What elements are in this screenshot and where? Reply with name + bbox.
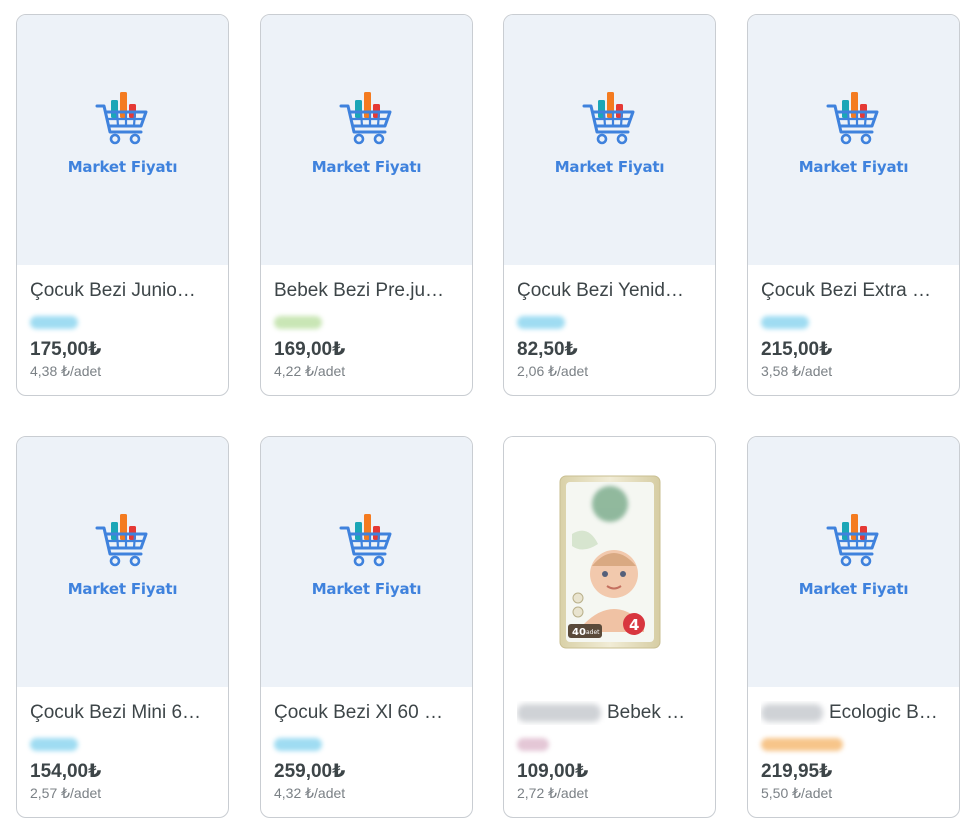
product-title-text: Bebek Bezi Pre.ju… [274,280,445,301]
product-info: Bebek … 109,00₺ 2,72 ₺/adet [504,687,715,802]
redacted-store-badge [30,315,78,329]
product-card[interactable]: Market Fiyatı Bebek Bezi Pre.ju… 169,00₺ 4,… [260,14,473,396]
product-price: 259,00₺ [274,761,346,782]
product-title[interactable]: Çocuk Bezi Mini 6… [30,701,215,725]
product-image[interactable]: Market Fiyatı [261,437,472,687]
product-image[interactable]: 40 adet 4 [504,437,715,687]
shopping-cart-chart-icon [582,92,634,145]
redacted-store-badge [274,315,322,329]
product-card[interactable]: Market Fiyatı Çocuk Bezi Xl 60 … 259,00₺ 4,… [260,436,473,818]
redacted-store-badge [274,737,322,751]
shopping-cart-chart-icon [95,92,147,145]
brand-row [761,311,946,333]
market-fiyati-logo-text: Market Fiyatı [311,158,422,176]
product-price: 82,50₺ [517,339,578,360]
product-title-text: Çocuk Bezi Mini 6… [30,702,202,723]
unit-price: 5,50 ₺/adet [761,785,833,801]
redacted-store-badge [517,315,565,329]
product-title-text: Çocuk Bezi Yenid… [517,280,684,301]
market-fiyati-logo-text: Market Fiyatı [798,158,909,176]
product-title[interactable]: Çocuk Bezi Junio… [30,279,215,303]
product-info: Ecologic B… 219,95₺ 5,50 ₺/adet [748,687,959,802]
product-image[interactable]: Market Fiyatı [17,437,228,687]
product-card[interactable]: Market Fiyatı Ecologic B… 219,95₺ 5,50 ₺/ad… [747,436,960,818]
shopping-cart-chart-icon [339,92,391,145]
product-title-text: Çocuk Bezi Extra … [761,280,931,301]
product-price: 169,00₺ [274,339,346,360]
redacted-store-badge [761,315,809,329]
redacted-store-badge [761,737,843,751]
product-image[interactable]: Market Fiyatı [17,15,228,265]
product-price: 175,00₺ [30,339,102,360]
product-title-text: Ecologic B… [829,702,938,723]
product-card[interactable]: Market Fiyatı Çocuk Bezi Mini 6… 154,00₺ 2,… [16,436,229,818]
product-image[interactable]: Market Fiyatı [748,437,959,687]
market-fiyati-logo-text: Market Fiyatı [311,580,422,598]
market-fiyati-logo-text: Market Fiyatı [798,580,909,598]
product-image[interactable]: Market Fiyatı [504,15,715,265]
product-image[interactable]: Market Fiyatı [748,15,959,265]
product-price: 109,00₺ [517,761,589,782]
package-count-suffix: adet [586,629,600,636]
product-title-text: Bebek … [607,702,686,723]
unit-price: 3,58 ₺/adet [761,363,833,379]
product-title-text: Çocuk Bezi Xl 60 … [274,702,443,723]
brand-row [517,311,702,333]
product-info: Çocuk Bezi Yenid… 82,50₺ 2,06 ₺/adet [504,265,715,380]
product-title-text: Çocuk Bezi Junio… [30,280,196,301]
product-info: Bebek Bezi Pre.ju… 169,00₺ 4,22 ₺/adet [261,265,472,380]
redacted-brand-name [517,703,601,722]
brand-row [30,733,215,755]
brand-row [30,311,215,333]
product-title[interactable]: Çocuk Bezi Xl 60 … [274,701,459,725]
market-fiyati-logo-text: Market Fiyatı [554,158,665,176]
market-fiyati-logo-text: Market Fiyatı [67,158,178,176]
product-title[interactable]: Çocuk Bezi Yenid… [517,279,702,303]
brand-row [274,311,459,333]
unit-price: 4,38 ₺/adet [30,363,102,379]
diaper-package-image: 40 adet 4 [559,475,660,649]
product-info: Çocuk Bezi Xl 60 … 259,00₺ 4,32 ₺/adet [261,687,472,802]
product-grid: Market Fiyatı Çocuk Bezi Junio… 175,00₺ 4,3… [0,0,975,830]
redacted-brand-name [761,703,823,722]
product-title[interactable]: Bebek … [517,701,702,725]
product-info: Çocuk Bezi Mini 6… 154,00₺ 2,57 ₺/adet [17,687,228,802]
shopping-cart-chart-icon [826,514,878,567]
product-card[interactable]: Market Fiyatı Çocuk Bezi Extra … 215,00₺ 3,… [747,14,960,396]
unit-price: 2,06 ₺/adet [517,363,589,379]
market-fiyati-logo-text: Market Fiyatı [67,580,178,598]
product-title[interactable]: Bebek Bezi Pre.ju… [274,279,459,303]
product-image[interactable]: Market Fiyatı [261,15,472,265]
brand-row [761,733,946,755]
product-info: Çocuk Bezi Junio… 175,00₺ 4,38 ₺/adet [17,265,228,380]
product-card[interactable]: 40 adet 4 Bebek … 109,00₺ 2,72 ₺/adet [503,436,716,818]
product-price: 154,00₺ [30,761,102,782]
product-card[interactable]: Market Fiyatı Çocuk Bezi Junio… 175,00₺ 4,3… [16,14,229,396]
product-card[interactable]: Market Fiyatı Çocuk Bezi Yenid… 82,50₺ 2,06… [503,14,716,396]
product-price: 219,95₺ [761,761,833,782]
shopping-cart-chart-icon [339,514,391,567]
brand-row [517,733,702,755]
brand-row [274,733,459,755]
redacted-store-badge [517,737,549,751]
unit-price: 2,57 ₺/adet [30,785,102,801]
unit-price: 4,22 ₺/adet [274,363,346,379]
product-title[interactable]: Çocuk Bezi Extra … [761,279,946,303]
unit-price: 4,32 ₺/adet [274,785,346,801]
product-price: 215,00₺ [761,339,833,360]
shopping-cart-chart-icon [826,92,878,145]
shopping-cart-chart-icon [95,514,147,567]
product-info: Çocuk Bezi Extra … 215,00₺ 3,58 ₺/adet [748,265,959,380]
unit-price: 2,72 ₺/adet [517,785,589,801]
product-title[interactable]: Ecologic B… [761,701,946,725]
package-size-number: 4 [629,616,639,634]
redacted-store-badge [30,737,78,751]
package-count-badge: 40 [572,627,586,638]
